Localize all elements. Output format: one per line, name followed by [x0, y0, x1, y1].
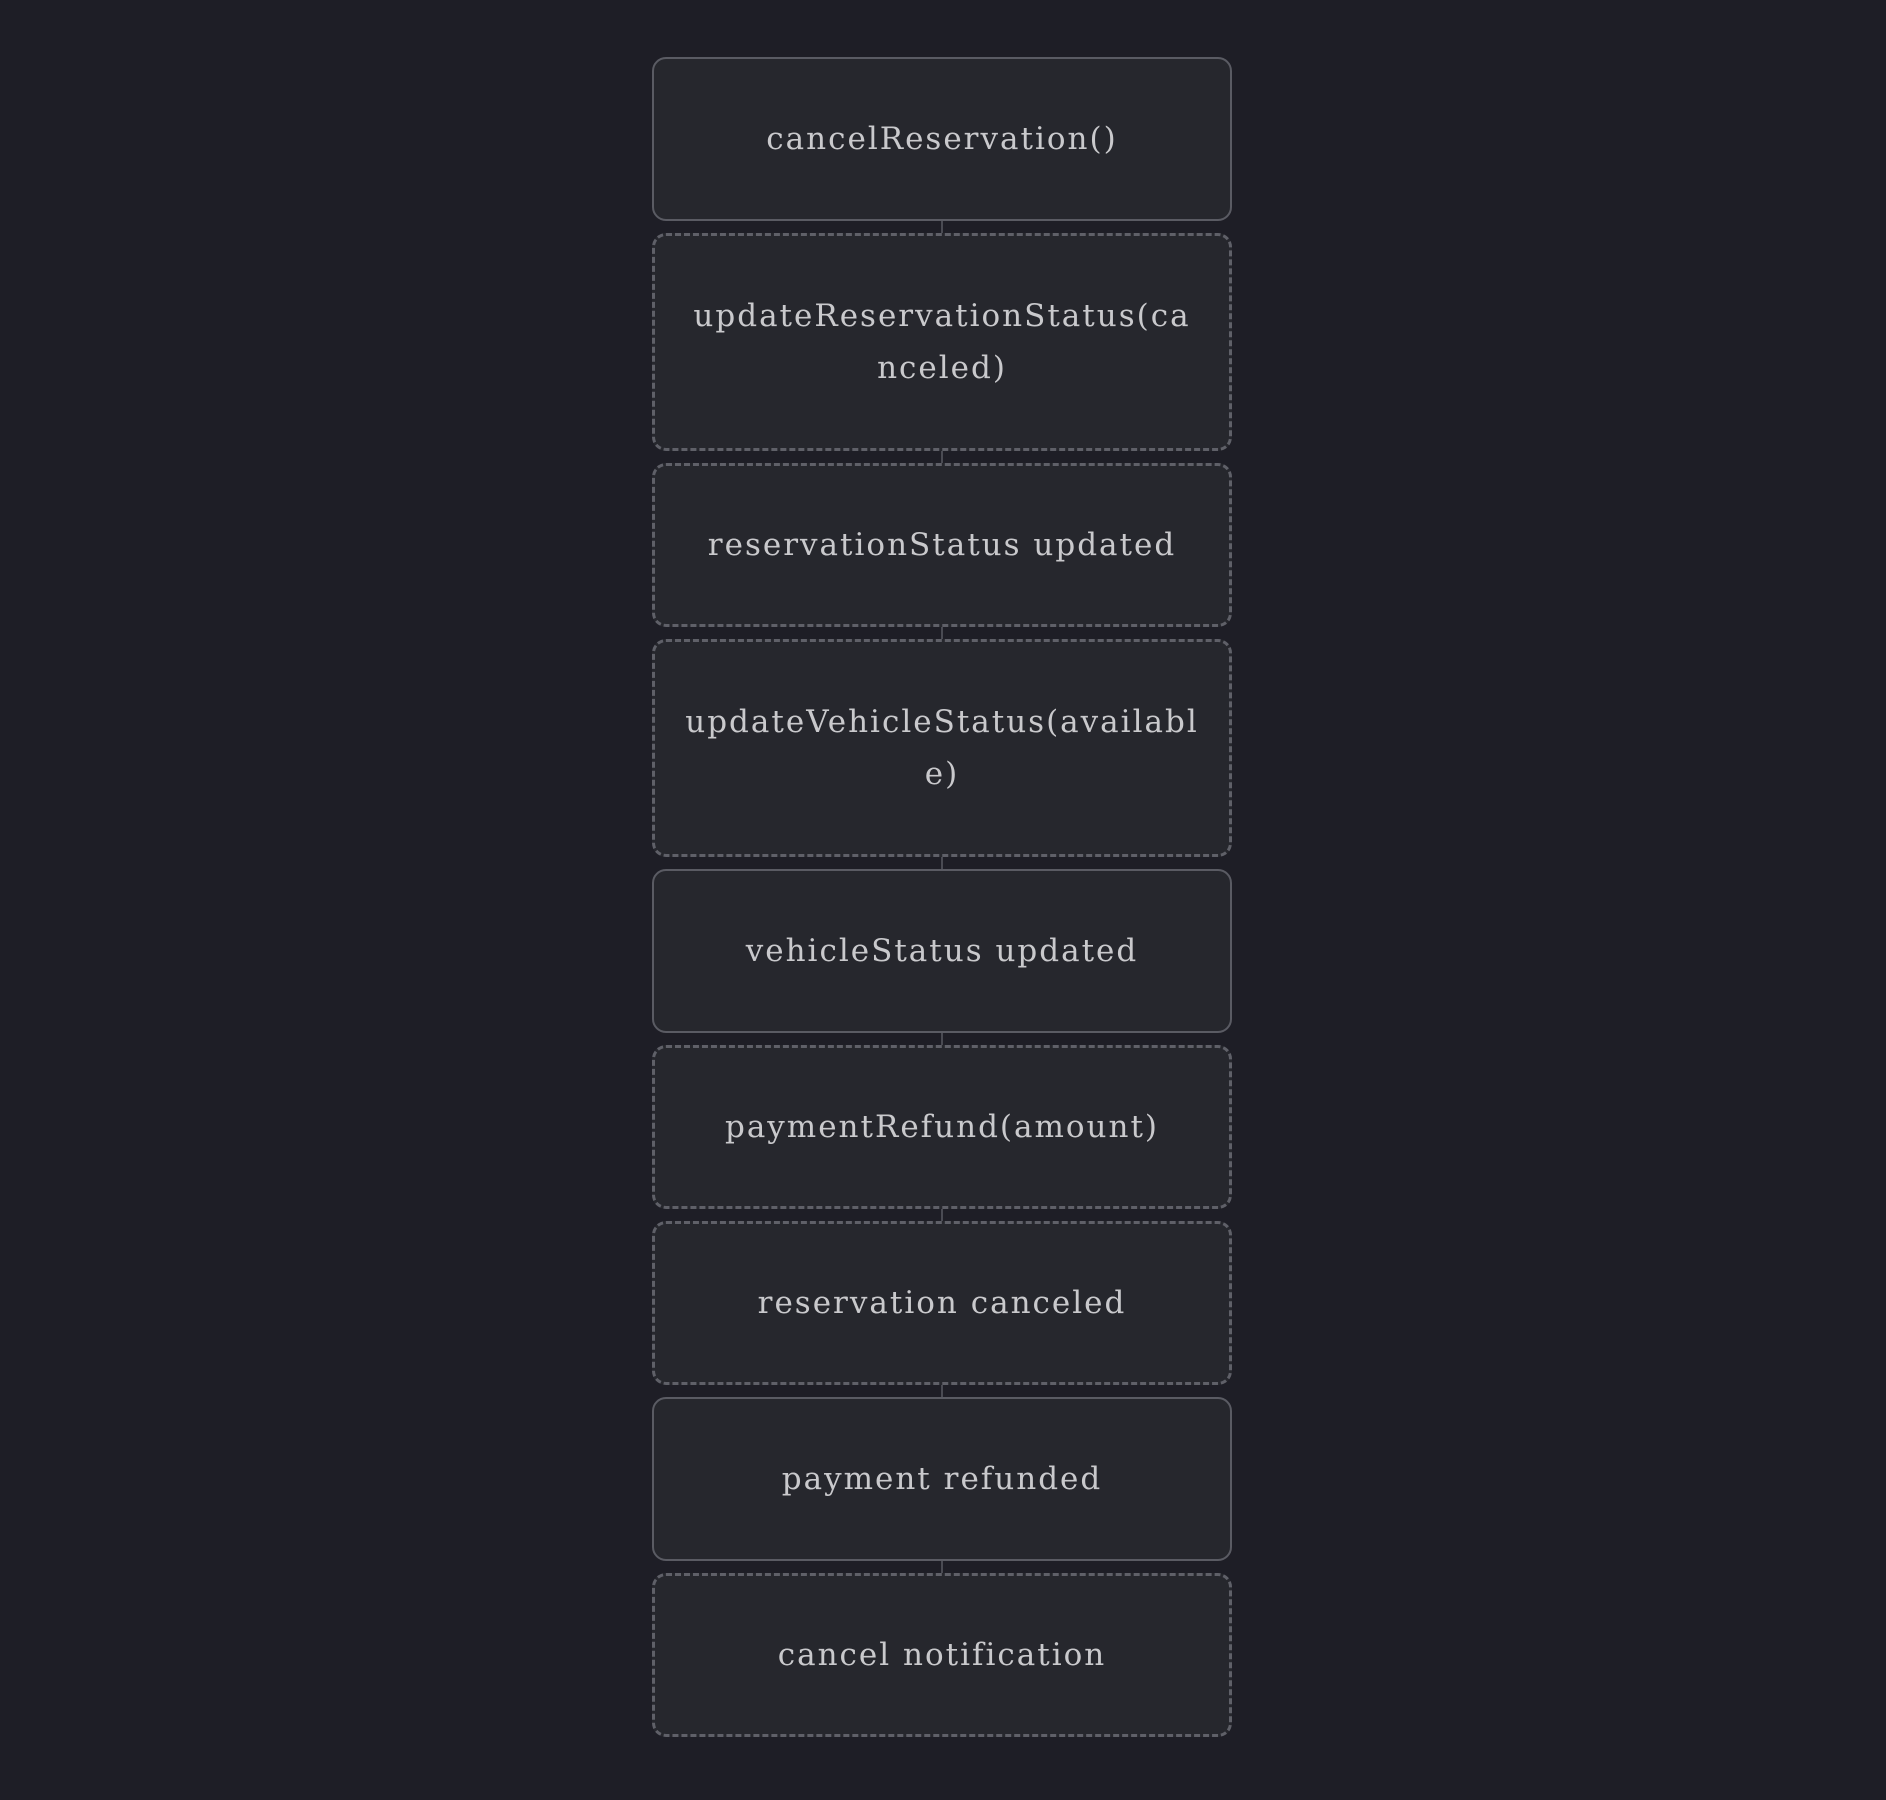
- connector-line: [941, 1033, 943, 1045]
- flow-stack: cancelReservation() updateReservationSta…: [652, 57, 1232, 1737]
- node-reservation-canceled[interactable]: reservation canceled: [652, 1221, 1232, 1385]
- node-label: payment refunded: [781, 1461, 1103, 1497]
- node-label: cancelReservation(): [766, 121, 1118, 157]
- node-vehicle-status-updated[interactable]: vehicleStatus updated: [652, 869, 1232, 1033]
- node-reservation-status-updated[interactable]: reservationStatus updated: [652, 463, 1232, 627]
- connector-line: [941, 1561, 943, 1573]
- connector-line: [941, 1385, 943, 1397]
- diagram-canvas: cancelReservation() updateReservationSta…: [0, 0, 1886, 1800]
- connector-line: [941, 451, 943, 463]
- node-cancel-notification[interactable]: cancel notification: [652, 1573, 1232, 1737]
- connector-line: [941, 1209, 943, 1221]
- connector-line: [941, 857, 943, 869]
- node-update-reservation-status[interactable]: updateReservationStatus(canceled): [652, 233, 1232, 451]
- node-label: cancel notification: [777, 1637, 1107, 1673]
- connector-line: [941, 627, 943, 639]
- node-payment-refund[interactable]: paymentRefund(amount): [652, 1045, 1232, 1209]
- node-update-vehicle-status[interactable]: updateVehicleStatus(available): [652, 639, 1232, 857]
- node-label: reservationStatus updated: [707, 527, 1177, 563]
- node-payment-refunded[interactable]: payment refunded: [652, 1397, 1232, 1561]
- node-label: reservation canceled: [757, 1285, 1127, 1321]
- connector-line: [941, 221, 943, 233]
- node-label: updateReservationStatus(canceled): [693, 298, 1191, 386]
- node-label: vehicleStatus updated: [745, 933, 1139, 969]
- node-cancel-reservation[interactable]: cancelReservation(): [652, 57, 1232, 221]
- node-label: updateVehicleStatus(available): [685, 704, 1199, 792]
- node-label: paymentRefund(amount): [724, 1109, 1160, 1145]
